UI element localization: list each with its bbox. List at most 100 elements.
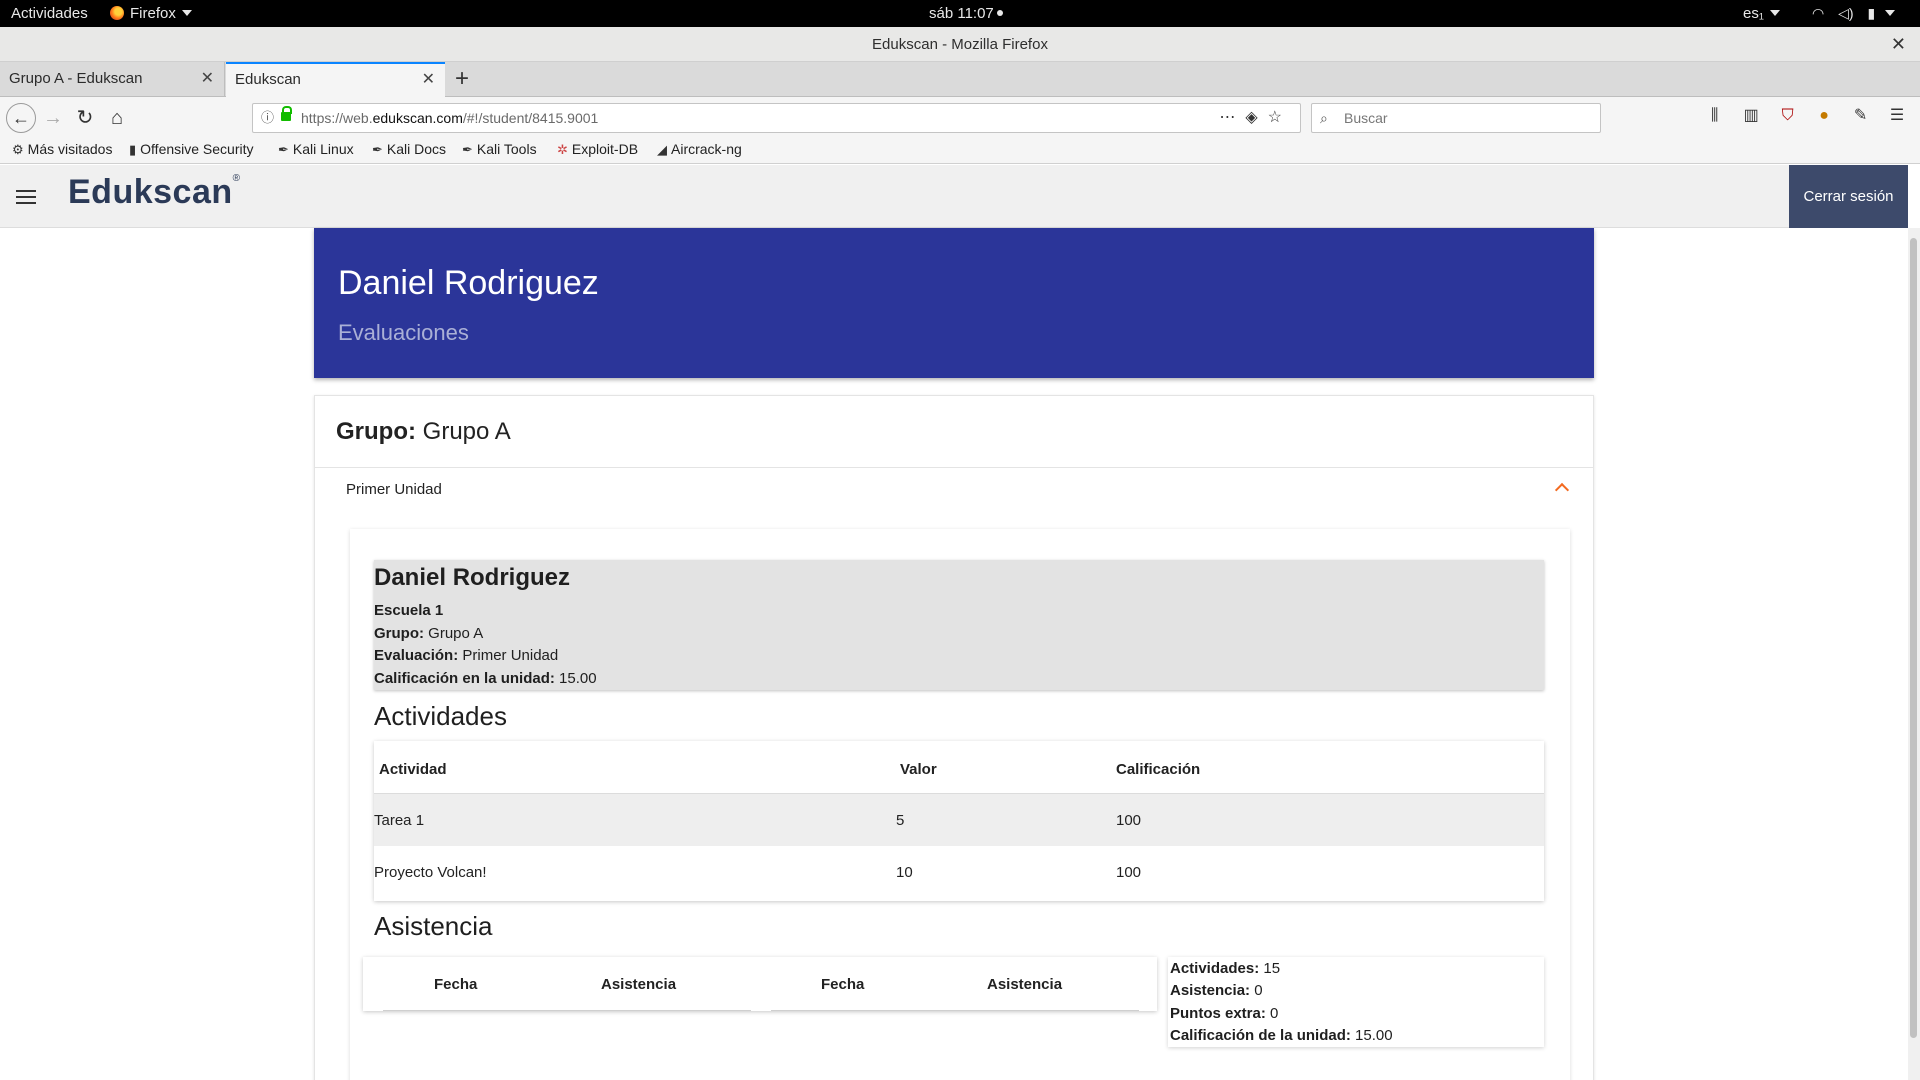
tab-close-icon[interactable]: ✕ (422, 64, 435, 96)
summary-grade-value: 15.00 (559, 670, 597, 687)
student-hero-banner: Daniel Rodriguez Evaluaciones (314, 228, 1594, 378)
battery-icon: ▮ (1867, 5, 1876, 21)
back-arrow-icon[interactable]: ← (6, 103, 36, 133)
wifi-icon: ◠ (1812, 5, 1825, 21)
tab-label: Grupo A - Edukscan (9, 70, 143, 87)
clock[interactable]: sáb 11:07 (929, 5, 1003, 22)
total-attendance-value: 0 (1254, 982, 1263, 999)
volume-icon: ◁) (1838, 5, 1854, 21)
search-icon: ⌕ (1320, 110, 1328, 126)
library-icon[interactable]: ⫼ (1702, 107, 1728, 125)
url-text[interactable]: https://web.edukscan.com/#!/student/8415… (301, 104, 598, 132)
summary-school: Escuela 1 (374, 602, 443, 619)
scrollbar-thumb[interactable] (1910, 238, 1917, 1038)
bookmark-offensive-security[interactable]: ▮ Offensive Security (129, 141, 254, 158)
group-title: Grupo: Grupo A (336, 418, 511, 446)
tab-label: Edukscan (235, 71, 301, 88)
chevron-down-icon (1769, 10, 1780, 16)
activity-value: 10 (896, 864, 913, 881)
gear-icon: ⚙ (12, 142, 24, 157)
column-header-attendance: Asistencia (987, 976, 1063, 993)
divider (383, 1010, 751, 1011)
group-card: Grupo: Grupo A Primer Unidad Daniel Rodr… (314, 395, 1594, 1080)
site-info-icon[interactable]: ⓘ (261, 104, 274, 132)
bookmarks-toolbar: ⚙ Más visitados ▮ Offensive Security ✒ Kali… (0, 138, 1920, 164)
total-attendance: Asistencia: 0 (1170, 982, 1263, 999)
page-viewport: Edukscan® Cerrar sesión Daniel Rodriguez… (0, 165, 1920, 1080)
divider (771, 1010, 1139, 1011)
page-scrollbar[interactable] (1908, 228, 1920, 1080)
unit-detail-card: Daniel Rodriguez Escuela 1 Grupo: Grupo … (350, 529, 1570, 1080)
new-tab-plus-icon[interactable]: + (455, 65, 469, 93)
table-row: Proyecto Volcan! 10 100 (374, 846, 1544, 898)
system-top-bar: Actividades Firefox sáb 11:07 es₁ ◠ ◁) ▮ (0, 0, 1920, 27)
edukscan-logo[interactable]: Edukscan® (68, 173, 241, 212)
clock-label: sáb 11:07 (929, 5, 994, 22)
total-extra-points: Puntos extra: 0 (1170, 1005, 1278, 1022)
total-activities: Actividades: 15 (1170, 960, 1280, 977)
attendance-heading: Asistencia (374, 911, 493, 941)
bookmark-aircrack-ng[interactable]: ◢ Aircrack-ng (657, 141, 742, 158)
kali-icon: ✒ (278, 142, 289, 157)
hamburger-menu-icon[interactable] (16, 190, 36, 204)
forward-arrow-icon[interactable]: → (38, 103, 68, 133)
total-unit-grade: Calificación de la unidad: 15.00 (1170, 1027, 1393, 1044)
chevron-down-icon (181, 10, 192, 16)
sidebar-icon[interactable]: ▥ (1738, 105, 1764, 125)
tab-edukscan-active[interactable]: Edukscan ✕ (226, 62, 445, 98)
window-title-bar: Edukscan - Mozilla Firefox ✕ (0, 27, 1920, 62)
url-prefix: https://web. (301, 110, 373, 126)
logout-button[interactable]: Cerrar sesión (1789, 165, 1908, 228)
bookmark-mas-visitados[interactable]: ⚙ Más visitados (12, 141, 112, 158)
keyboard-layout-menu[interactable]: es₁ (1743, 5, 1780, 22)
home-icon[interactable]: ⌂ (102, 103, 132, 133)
bookmark-kali-tools[interactable]: ✒ Kali Tools (462, 141, 537, 158)
page-actions-icon[interactable]: ⋯ (1219, 109, 1245, 126)
status-menu[interactable]: ◠ ◁) ▮ (1812, 5, 1896, 22)
group-title-value: Grupo A (422, 418, 511, 445)
school-name: Escuela 1 (374, 602, 444, 619)
activities-button[interactable]: Actividades (11, 5, 88, 22)
activities-table: Actividad Valor Calificación Tarea 1 5 1… (374, 741, 1544, 901)
total-attendance-label: Asistencia: (1170, 982, 1251, 999)
tab-grupo-a[interactable]: Grupo A - Edukscan ✕ (0, 62, 225, 97)
bookmark-kali-linux[interactable]: ✒ Kali Linux (278, 141, 354, 158)
extension-icon[interactable]: ● (1811, 107, 1837, 125)
summary-evaluation: Evaluación: Primer Unidad (374, 647, 558, 664)
bookmark-exploit-db[interactable]: ✲ Exploit-DB (557, 141, 638, 158)
app-menu[interactable]: Firefox (110, 5, 192, 22)
bookmark-label: Offensive Security (140, 141, 254, 157)
tab-close-icon[interactable]: ✕ (201, 62, 214, 96)
extension-icon[interactable]: ✎ (1848, 105, 1874, 125)
total-extra-value: 0 (1270, 1005, 1279, 1022)
kali-icon: ✒ (372, 142, 383, 157)
column-header-activity: Actividad (379, 761, 447, 778)
activities-heading: Actividades (374, 701, 507, 731)
chevron-up-icon[interactable] (1554, 482, 1570, 498)
exploitdb-icon: ✲ (557, 142, 568, 157)
bookmark-label: Aircrack-ng (671, 141, 742, 157)
search-input[interactable]: ⌕ Buscar (1311, 103, 1601, 133)
bookmark-kali-docs[interactable]: ✒ Kali Docs (372, 141, 446, 158)
summary-student-name: Daniel Rodriguez (374, 564, 571, 591)
url-bar[interactable]: ⓘ https://web.edukscan.com/#!/student/84… (252, 103, 1301, 133)
unit-accordion-header[interactable]: Primer Unidad (315, 467, 1593, 509)
bookmark-label: Kali Docs (386, 141, 447, 157)
aircrack-icon: ◢ (657, 142, 667, 157)
column-header-value: Valor (900, 761, 937, 778)
window-close-icon[interactable]: ✕ (1891, 27, 1906, 62)
navigation-toolbar: ← → ↻ ⌂ ⓘ https://web.edukscan.com/#!/st… (0, 97, 1920, 138)
ublock-icon[interactable]: ⛉ (1775, 107, 1801, 125)
bookmark-star-icon[interactable]: ☆ (1268, 109, 1292, 126)
total-unit-grade-label: Calificación de la unidad: (1170, 1027, 1351, 1044)
firefox-icon (110, 6, 124, 20)
reload-icon[interactable]: ↻ (70, 103, 100, 133)
bookmark-label: Kali Tools (476, 141, 537, 157)
menu-icon[interactable]: ☰ (1884, 105, 1910, 125)
pocket-icon[interactable]: ◈ (1245, 109, 1267, 126)
total-activities-value: 15 (1263, 960, 1281, 977)
hero-student-name: Daniel Rodriguez (338, 264, 599, 302)
column-header-date: Fecha (434, 976, 478, 993)
column-header-grade: Calificación (1116, 761, 1201, 778)
summary-group: Grupo: Grupo A (374, 625, 483, 642)
